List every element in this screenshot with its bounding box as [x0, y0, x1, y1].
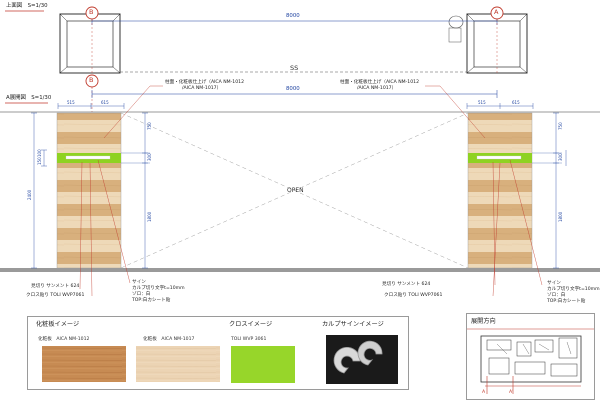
dim-top-left-a: 515 [67, 100, 75, 105]
dim-top-right-a: 515 [478, 100, 486, 105]
minimap-marker-a: A [482, 390, 486, 395]
dim-top-left-b: 615 [101, 100, 109, 105]
sign-note-right-4: TOP:白カシート貼 [547, 299, 586, 304]
plan-ss-label: SS [290, 64, 299, 72]
dim-side-right-2: 300 [558, 153, 563, 161]
floor-line [0, 268, 600, 272]
dim-side-right-1: 750 [558, 122, 563, 130]
sign-note-right-1: サイン [547, 281, 561, 286]
sign-note-left-2: カルプ切り文字t=10mm [132, 286, 185, 291]
dim-side-left-1: 750 [147, 122, 152, 130]
note-top-right-2: /AICA NM-1017） [357, 86, 397, 91]
cloth-sample-swatch [231, 346, 295, 383]
note-left-cloth: クロス貼り TOLI WVP7061 [26, 293, 85, 298]
dim-top-right-b: 615 [512, 100, 520, 105]
plan-marker-b-label: B [89, 8, 94, 16]
dim-side-right-3: 1800 [558, 211, 563, 222]
dim-height: 2400 [27, 189, 32, 200]
column-right-sign [476, 155, 522, 160]
minimap-floorplan [467, 328, 594, 394]
elevation-dim-total: 8000 [286, 86, 300, 92]
veneer-sample-2-swatch [136, 346, 220, 382]
column-right-veneer [467, 112, 533, 269]
dim-small-a: 150 [37, 157, 42, 165]
sign-sample-title: カルプサインイメージ [322, 321, 384, 328]
direction-minimap: 展開方向 A A' [466, 313, 595, 400]
sign-note-right-3: ゾロ：白 [547, 293, 566, 298]
veneer-sample-1-label: 化粧板 AICA NM-1012 [38, 337, 90, 342]
cloth-sample-label: TOLI WVP 3061 [231, 337, 267, 342]
open-label: OPEN [287, 187, 304, 194]
sign-note-left-3: ゾロ：白 [132, 292, 151, 297]
dim-side-left-3: 1800 [147, 211, 152, 222]
sign-note-left-1: サイン [132, 280, 146, 285]
sign-sample-photo [326, 335, 398, 384]
cloth-sample-title: クロスイメージ [229, 321, 273, 328]
veneer-sample-1-swatch [42, 346, 126, 382]
sign-note-right-2: カルプ切り文字t=10mm [547, 287, 600, 292]
sign-note-left-4: TOP:白カシート貼 [132, 298, 171, 303]
note-top-left-2: /AICA NM-1017） [182, 86, 222, 91]
elevation-view [0, 74, 600, 297]
plan-view [5, 6, 528, 75]
column-left-veneer [56, 112, 122, 269]
note-top-right-1: 柱面・化粧板仕上げ（AICA NM-1012 [340, 80, 419, 85]
plan-dim-total: 8000 [286, 13, 300, 19]
minimap-marker-a-prime: A' [509, 390, 514, 395]
plan-column-left [59, 13, 121, 74]
note-top-left-1: 柱面・化粧板仕上げ（AICA NM-1012 [165, 80, 244, 85]
dim-small-b: 100 [37, 149, 42, 157]
note-right-cloth: クロス貼り TOLI WVP7061 [384, 293, 443, 298]
note-left-trim: 見切り サンメント 624 [31, 284, 80, 289]
elevation-title: A展開図 S=1/30 [6, 95, 52, 101]
column-left-sign [65, 155, 111, 160]
dim-side-left-2: 300 [147, 153, 152, 161]
plan-marker-a-label: A [494, 8, 499, 16]
veneer-sample-2-label: 化粧板 AICA NM-1017 [143, 337, 195, 342]
elevation-marker-b-label: B [89, 76, 94, 84]
material-sample-panel: 化粧板イメージ 化粧板 AICA NM-1012 化粧板 AICA NM-101… [27, 316, 409, 390]
note-right-trim: 見切り サンメント 624 [382, 282, 431, 287]
plan-title: 上面図 S=1/30 [6, 3, 48, 9]
veneer-sample-title: 化粧板イメージ [36, 321, 80, 328]
drawing-sheet: 上面図 S=1/30 8000 SS B A A展開図 S=1/30 B 800… [0, 0, 600, 403]
